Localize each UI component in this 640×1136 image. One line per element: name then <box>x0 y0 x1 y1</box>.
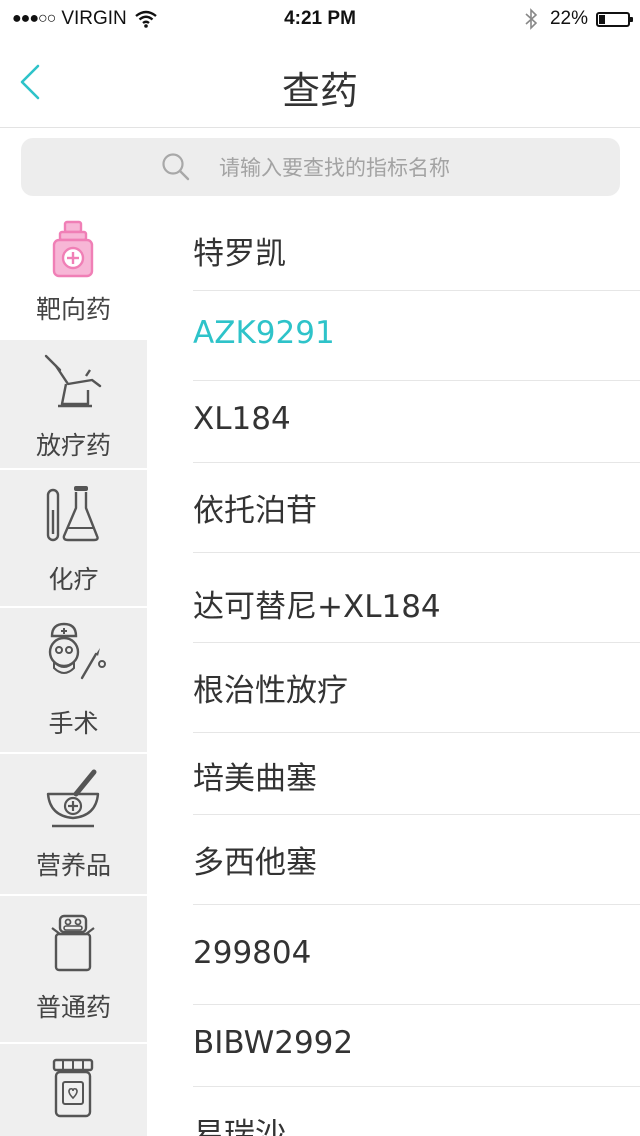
page-title: 查药 <box>281 69 358 113</box>
list-item[interactable]: BIBW2992 <box>193 1005 640 1087</box>
list-item[interactable]: 易瑞沙 <box>193 1087 640 1136</box>
battery-icon <box>596 11 633 27</box>
list-item[interactable]: XL184 <box>193 381 640 463</box>
lab-flask-icon <box>46 486 99 542</box>
search-input[interactable] <box>217 146 601 190</box>
category-nutrition[interactable]: 营养品 <box>0 754 147 894</box>
medicine-bottle-icon <box>52 220 94 278</box>
radiotherapy-chair-icon <box>44 354 102 408</box>
drug-name: AZK9291 <box>193 315 335 351</box>
category-general-drugs[interactable]: 普通药 <box>0 896 147 1042</box>
list-item[interactable]: 根治性放疗 <box>193 643 640 733</box>
list-item[interactable]: 多西他塞 <box>193 815 640 905</box>
category-radiotherapy-drugs[interactable]: 放疗药 <box>0 340 147 468</box>
category-label: 靶向药 <box>35 295 111 324</box>
category-label: 营养品 <box>35 851 111 880</box>
pill-jar-icon <box>51 914 95 972</box>
drug-name: 根治性放疗 <box>193 673 348 709</box>
status-right: 22% <box>524 8 633 30</box>
category-chemotherapy[interactable]: 化疗 <box>0 470 147 606</box>
drug-name: 299804 <box>193 935 312 971</box>
drug-name: 培美曲塞 <box>193 761 317 797</box>
drug-name: 达可替尼+XL184 <box>193 589 441 625</box>
list-item[interactable]: 达可替尼+XL184 <box>193 553 640 643</box>
list-item[interactable]: 299804 <box>193 905 640 1005</box>
category-label: 放疗药 <box>35 431 111 460</box>
category-surgery[interactable]: 手术 <box>0 608 147 752</box>
category-more[interactable] <box>0 1044 147 1136</box>
bluetooth-icon <box>525 8 538 30</box>
navigation-bar: 查药 <box>0 40 640 128</box>
search-bar[interactable] <box>21 138 620 196</box>
surgeon-icon <box>48 622 106 680</box>
drug-name: 特罗凯 <box>193 236 286 272</box>
drug-name: BIBW2992 <box>193 1025 354 1061</box>
battery-fill <box>599 14 606 24</box>
list-item[interactable]: 特罗凯 <box>193 206 640 291</box>
list-item[interactable]: AZK9291 <box>193 291 640 381</box>
list-item[interactable]: 依托泊苷 <box>193 463 640 553</box>
category-label: 普通药 <box>35 993 111 1022</box>
drug-name: 易瑞沙 <box>193 1117 286 1136</box>
drug-name: XL184 <box>193 401 291 437</box>
list-item[interactable]: 培美曲塞 <box>193 733 640 815</box>
category-sidebar: 靶向药 放疗药 化疗 手术 营养品 普通药 <box>0 206 147 1136</box>
pill-box-icon <box>52 1058 94 1118</box>
drug-name: 依托泊苷 <box>193 493 317 529</box>
drug-name: 多西他塞 <box>193 845 317 881</box>
drug-list: 特罗凯 AZK9291 XL184 依托泊苷 达可替尼+XL184 根治性放疗 … <box>147 206 640 1136</box>
mortar-icon <box>46 769 100 828</box>
status-bar: ●●●○○ VIRGIN 4:21 PM 22% <box>0 0 640 40</box>
category-targeted-drugs[interactable]: 靶向药 <box>0 206 147 338</box>
category-label: 化疗 <box>48 565 99 594</box>
search-icon <box>162 153 190 181</box>
battery-percent: 22% <box>549 8 588 29</box>
category-label: 手术 <box>48 709 99 738</box>
